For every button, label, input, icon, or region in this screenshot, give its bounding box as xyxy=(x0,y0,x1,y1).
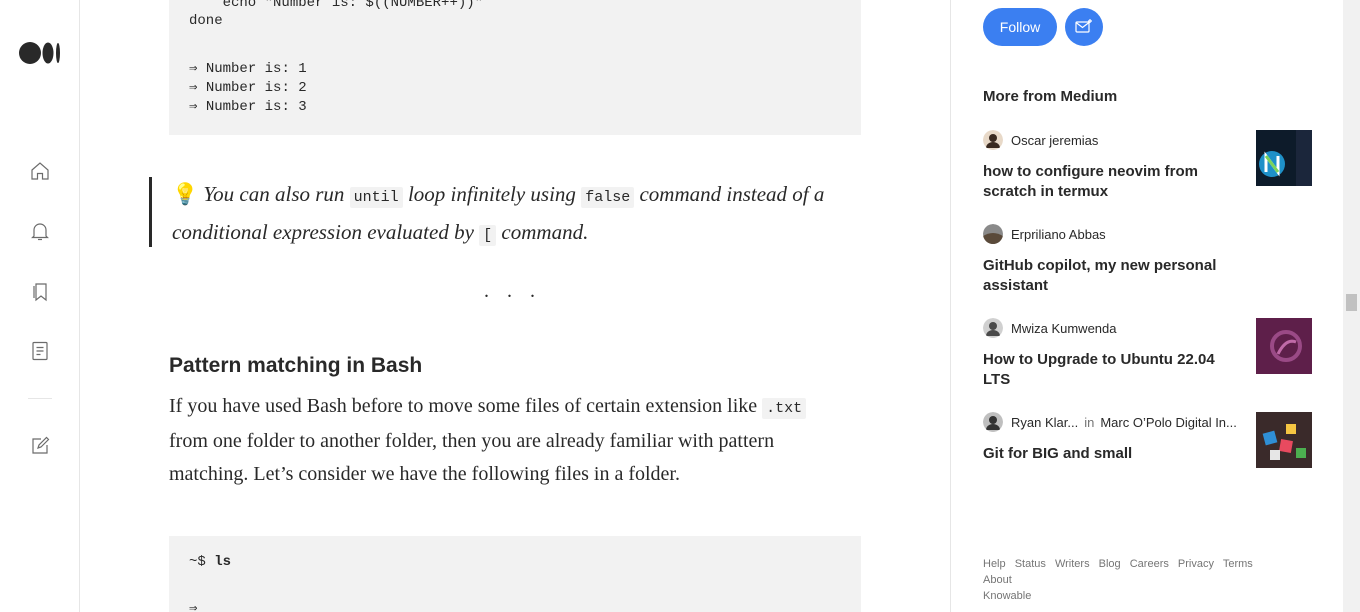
author-avatar xyxy=(983,130,1003,150)
callout-quote: 💡 You can also run until loop infinitely… xyxy=(149,177,849,247)
scrollbar-thumb[interactable] xyxy=(1346,294,1357,311)
subscribe-email-button[interactable] xyxy=(1065,8,1103,46)
code-line: ~$ ls xyxy=(189,553,231,572)
page-scrollbar[interactable] xyxy=(1343,0,1360,612)
bookmarks-icon[interactable] xyxy=(28,279,52,303)
story-title[interactable]: GitHub copilot, my new personal assistan… xyxy=(983,256,1243,296)
left-nav-rail xyxy=(0,0,80,612)
notifications-bell-icon[interactable] xyxy=(28,219,52,243)
recommended-story[interactable]: Oscar jeremias how to configure neovim f… xyxy=(983,130,1313,210)
footer-link[interactable]: Knowable xyxy=(983,590,1031,602)
footer-link[interactable]: Careers xyxy=(1130,558,1169,570)
inline-code: [ xyxy=(479,225,497,246)
lightbulb-icon: 💡 xyxy=(172,182,199,206)
footer-link[interactable]: About xyxy=(983,574,1012,586)
inline-code: false xyxy=(581,187,635,208)
code-line: done xyxy=(189,13,223,29)
shell-prompt: ~$ xyxy=(189,554,206,570)
code-line: ⇒ xyxy=(189,601,198,612)
callout-text: You can also run xyxy=(203,182,345,206)
rail-divider xyxy=(28,398,52,399)
author-name: Mwiza Kumwenda xyxy=(1011,320,1117,336)
paragraph-text: from one folder to another folder, then … xyxy=(169,430,775,485)
write-icon[interactable] xyxy=(28,434,52,458)
footer-link[interactable]: Blog xyxy=(1099,558,1121,570)
story-title[interactable]: Git for BIG and small xyxy=(983,444,1233,464)
recommended-story[interactable]: Erpriliano Abbas GitHub copilot, my new … xyxy=(983,224,1313,296)
article-body: echo "Number is: $((NUMBER++))" done ⇒ N… xyxy=(80,0,950,612)
code-block-ls: ~$ ls ⇒ xyxy=(169,536,861,612)
inline-code: until xyxy=(349,187,403,208)
story-thumbnail[interactable] xyxy=(1256,130,1312,186)
author-name: Erpriliano Abbas xyxy=(1011,226,1106,242)
more-from-medium-title: More from Medium xyxy=(983,88,1118,105)
code-line: echo "Number is: $((NUMBER++))" xyxy=(189,0,484,11)
story-thumbnail[interactable] xyxy=(1256,412,1312,468)
author-name: Ryan Klar... xyxy=(1011,414,1079,430)
inline-code: .txt xyxy=(762,398,807,419)
right-sidebar: Follow More from Medium Oscar jeremias h… xyxy=(950,0,1345,612)
sidebar-footer: Help Status Writers Blog Careers Privacy… xyxy=(983,556,1293,604)
footer-link[interactable]: Help xyxy=(983,558,1006,570)
footer-link[interactable]: Privacy xyxy=(1178,558,1214,570)
code-line: ⇒ Number is: 2 xyxy=(189,80,307,96)
home-icon[interactable] xyxy=(28,159,52,183)
section-heading: Pattern matching in Bash xyxy=(169,354,423,377)
author-avatar xyxy=(983,412,1003,432)
shell-command: ls xyxy=(214,554,232,570)
medium-logo[interactable] xyxy=(19,42,61,64)
publication-in-label: in xyxy=(1084,414,1095,430)
story-author[interactable]: Ryan Klar... in Marc O’Polo Digital In..… xyxy=(983,412,1237,432)
section-separator: ... xyxy=(484,280,553,302)
paragraph-text: If you have used Bash before to move som… xyxy=(169,395,758,417)
author-name: Oscar jeremias xyxy=(1011,132,1099,148)
recommended-story[interactable]: Mwiza Kumwenda How to Upgrade to Ubuntu … xyxy=(983,318,1313,398)
follow-button[interactable]: Follow xyxy=(983,8,1057,46)
email-subscribe-icon xyxy=(1075,19,1092,33)
story-title[interactable]: how to configure neovim from scratch in … xyxy=(983,162,1233,202)
story-thumbnail[interactable] xyxy=(1256,318,1312,374)
story-title[interactable]: How to Upgrade to Ubuntu 22.04 LTS xyxy=(983,350,1233,390)
footer-link[interactable]: Terms xyxy=(1223,558,1253,570)
author-avatar xyxy=(983,224,1003,244)
callout-text: command. xyxy=(501,220,589,244)
footer-link[interactable]: Writers xyxy=(1055,558,1090,570)
recommended-story[interactable]: Ryan Klar... in Marc O’Polo Digital In..… xyxy=(983,412,1313,472)
story-author[interactable]: Mwiza Kumwenda xyxy=(983,318,1117,338)
code-block-loop-output: echo "Number is: $((NUMBER++))" done ⇒ N… xyxy=(169,0,861,135)
footer-link[interactable]: Status xyxy=(1015,558,1046,570)
code-line: ⇒ Number is: 3 xyxy=(189,99,307,115)
stories-icon[interactable] xyxy=(28,339,52,363)
author-avatar xyxy=(983,318,1003,338)
story-author[interactable]: Oscar jeremias xyxy=(983,130,1098,150)
paragraph: If you have used Bash before to move som… xyxy=(169,390,849,491)
callout-text: loop infinitely using xyxy=(407,182,576,206)
code-line: ⇒ Number is: 1 xyxy=(189,61,307,77)
publication-name[interactable]: Marc O’Polo Digital In... xyxy=(1100,415,1237,430)
story-author[interactable]: Erpriliano Abbas xyxy=(983,224,1106,244)
